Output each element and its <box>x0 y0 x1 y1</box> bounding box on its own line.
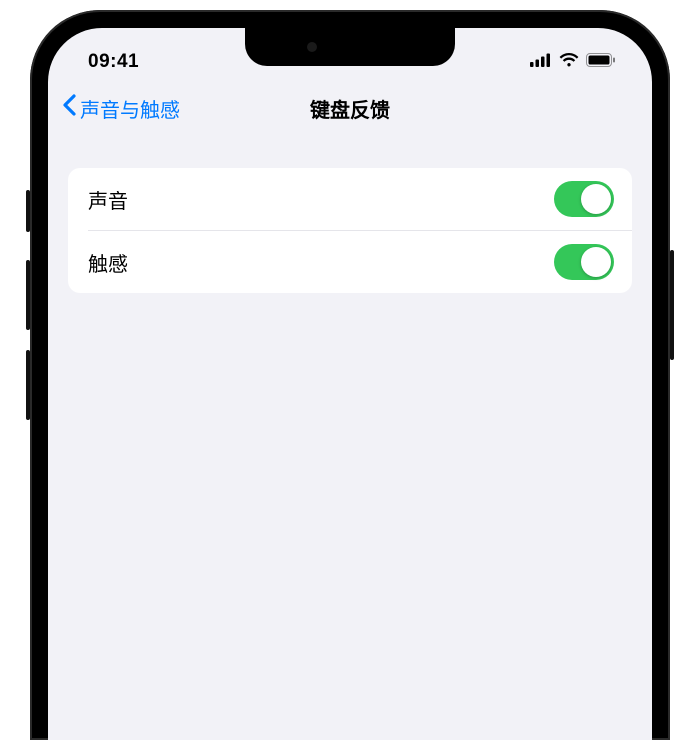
battery-icon <box>586 51 616 73</box>
volume-up-button <box>26 260 30 330</box>
screen: 09:41 声音与触感 键盘反馈 <box>48 28 652 740</box>
row-sound-label: 声音 <box>88 185 128 214</box>
volume-down-button <box>26 350 30 420</box>
settings-group: 声音 触感 <box>68 168 632 293</box>
wifi-icon <box>559 51 579 73</box>
chevron-left-icon <box>62 94 76 122</box>
row-haptic: 触感 <box>68 231 632 293</box>
phone-frame: 09:41 声音与触感 键盘反馈 <box>30 10 670 740</box>
nav-bar: 声音与触感 键盘反馈 <box>48 82 652 134</box>
power-button <box>670 250 674 360</box>
toggle-knob <box>581 247 611 277</box>
status-time: 09:41 <box>88 51 139 73</box>
toggle-knob <box>581 184 611 214</box>
row-haptic-label: 触感 <box>88 248 128 277</box>
notch <box>245 28 455 66</box>
toggle-sound[interactable] <box>554 181 614 217</box>
status-icons <box>530 51 616 73</box>
content: 声音 触感 <box>48 134 652 293</box>
toggle-haptic[interactable] <box>554 244 614 280</box>
cellular-icon <box>530 51 552 73</box>
back-button[interactable]: 声音与触感 <box>62 94 180 123</box>
row-sound: 声音 <box>68 168 632 230</box>
back-label: 声音与触感 <box>80 94 180 123</box>
silent-switch <box>26 190 30 232</box>
